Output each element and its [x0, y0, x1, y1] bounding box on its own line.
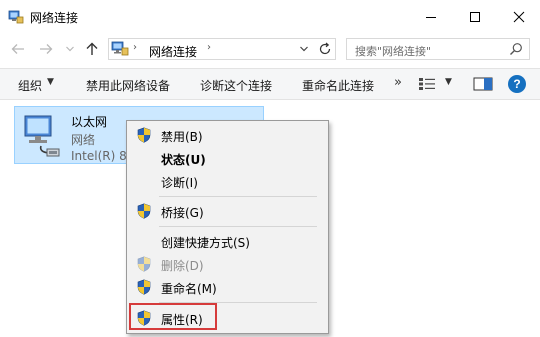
- menu-label-status: 状态(U): [161, 153, 206, 167]
- menu-label-rename: 重命名(M): [161, 282, 217, 296]
- recent-locations-button[interactable]: [62, 41, 78, 57]
- menu-item-status[interactable]: 状态(U): [127, 147, 328, 169]
- up-button[interactable]: [84, 41, 100, 57]
- organize-dropdown-icon[interactable]: ▼: [47, 77, 54, 87]
- refresh-icon[interactable]: [317, 41, 333, 57]
- back-button[interactable]: [10, 41, 26, 57]
- view-options-dropdown-icon[interactable]: ▼: [445, 77, 452, 87]
- ethernet-adapter-icon: [24, 115, 60, 157]
- help-icon[interactable]: ?: [508, 75, 526, 93]
- context-menu: 禁用(B) 状态(U) 诊断(I) 桥接(G) 创建快捷方式(S) 删除(D) …: [126, 120, 329, 334]
- uac-shield-icon: [137, 127, 151, 143]
- menu-label-delete: 删除(D): [161, 259, 204, 273]
- network-connections-icon: [8, 10, 24, 24]
- menu-label-create-shortcut: 创建快捷方式(S): [161, 236, 250, 250]
- connection-name: 以太网: [71, 115, 108, 129]
- rename-connection-button[interactable]: 重命名此连接: [302, 77, 374, 94]
- search-input[interactable]: 搜索"网络连接": [346, 38, 530, 60]
- menu-item-create-shortcut[interactable]: 创建快捷方式(S): [127, 230, 328, 252]
- menu-item-rename[interactable]: 重命名(M): [127, 276, 328, 298]
- menu-item-diagnose[interactable]: 诊断(I): [127, 170, 328, 192]
- view-options-icon[interactable]: [418, 77, 436, 91]
- search-icon: [510, 43, 522, 55]
- close-button[interactable]: [496, 0, 540, 34]
- uac-shield-icon: [137, 203, 151, 219]
- menu-item-delete: 删除(D): [127, 253, 328, 275]
- breadcrumb-separator-trailing[interactable]: ›: [207, 42, 211, 53]
- menu-item-bridge[interactable]: 桥接(G): [127, 200, 328, 222]
- minimize-button[interactable]: [408, 0, 453, 34]
- uac-shield-icon: [137, 279, 151, 295]
- title-bar: 网络连接: [0, 0, 540, 34]
- back-arrow-icon: [11, 44, 24, 54]
- maximize-icon: [469, 12, 480, 22]
- properties-highlight-box: [129, 303, 217, 330]
- menu-item-disable[interactable]: 禁用(B): [127, 124, 328, 146]
- forward-arrow-icon: [40, 44, 53, 54]
- organize-button[interactable]: 组织: [18, 77, 42, 94]
- more-commands-button[interactable]: »: [394, 75, 402, 90]
- connection-device: Intel(R) 82: [71, 149, 135, 163]
- forward-button[interactable]: [38, 41, 54, 57]
- close-icon: [513, 11, 524, 23]
- menu-label-bridge: 桥接(G): [161, 206, 204, 220]
- address-row: › 网络连接 › 搜索"网络连接": [0, 34, 540, 64]
- maximize-button[interactable]: [452, 0, 497, 34]
- uac-shield-icon: [137, 256, 151, 272]
- up-arrow-icon: [86, 42, 98, 55]
- menu-label-diagnose: 诊断(I): [161, 176, 198, 190]
- minimize-icon: [425, 17, 436, 18]
- address-dropdown-icon[interactable]: [299, 44, 309, 54]
- recent-dropdown-icon: [66, 46, 74, 52]
- diagnose-connection-button[interactable]: 诊断这个连接: [200, 77, 272, 94]
- window-title: 网络连接: [30, 11, 79, 25]
- search-placeholder: 搜索"网络连接": [355, 45, 432, 58]
- disable-device-button[interactable]: 禁用此网络设备: [86, 77, 170, 94]
- address-bar[interactable]: › 网络连接 ›: [108, 38, 336, 60]
- menu-label-disable: 禁用(B): [161, 130, 203, 144]
- computer-icon: [111, 41, 129, 56]
- menu-separator: [159, 196, 317, 197]
- breadcrumb-separator[interactable]: ›: [133, 42, 137, 53]
- connection-status: 网络: [71, 133, 96, 147]
- preview-pane-icon[interactable]: [473, 76, 493, 92]
- command-bar: 组织 ▼ 禁用此网络设备 诊断这个连接 重命名此连接 » ▼ ?: [0, 68, 540, 100]
- breadcrumb-current[interactable]: 网络连接: [149, 43, 197, 60]
- menu-separator: [159, 226, 317, 227]
